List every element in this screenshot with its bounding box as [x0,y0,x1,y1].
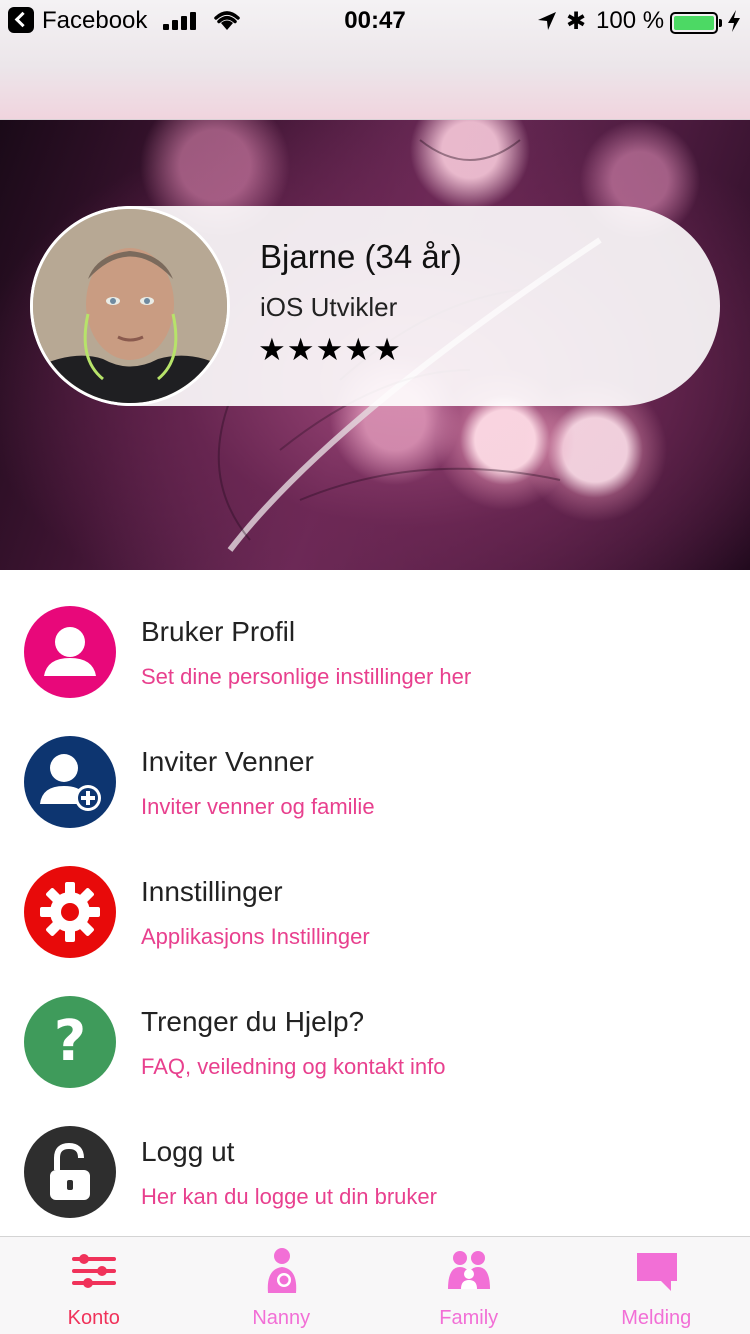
location-arrow-icon [538,12,556,30]
menu-item-title: Bruker Profil [141,616,296,647]
charging-bolt-icon [728,10,740,32]
sliders-icon [72,1254,116,1288]
svg-text:?: ? [54,1009,86,1074]
add-user-icon [24,736,116,828]
menu-item-subtitle: FAQ, veiledning og kontakt info [141,1054,446,1079]
tab-label: Nanny [252,1307,311,1329]
tab-family[interactable]: Family [375,1237,563,1334]
question-icon: ? [24,996,116,1088]
menu-item-help[interactable]: ? Trenger du Hjelp? FAQ, veiledning og k… [0,996,750,1126]
rating-stars: ★★★★★ [258,332,402,367]
profile-card[interactable]: Bjarne (34 år) iOS Utvikler ★★★★★ [30,206,720,406]
unlock-icon [24,1126,116,1218]
menu-item-title: Logg ut [141,1136,235,1167]
nanny-icon [267,1248,296,1293]
profile-header: Bjarne (34 år) iOS Utvikler ★★★★★ [0,120,750,570]
tab-konto[interactable]: Konto [0,1237,188,1334]
account-menu: Bruker Profil Set dine personlige instil… [0,570,750,1236]
tab-melding[interactable]: Melding [563,1237,750,1334]
menu-item-subtitle: Her kan du logge ut din bruker [141,1184,437,1209]
profile-name: Bjarne (34 år) [260,238,462,275]
menu-item-subtitle: Applikasjons Instillinger [141,924,370,949]
tab-label: Melding [621,1307,692,1329]
menu-item-invite-friends[interactable]: Inviter Venner Inviter venner og familie [0,736,750,866]
profile-job-title: iOS Utvikler [260,292,398,322]
menu-item-subtitle: Set dine personlige instillinger her [141,664,472,689]
avatar-photo [33,209,227,403]
menu-item-title: Inviter Venner [141,746,314,777]
menu-item-settings[interactable]: Innstillinger Applikasjons Instillinger [0,866,750,996]
tab-bar: Konto Nanny Family Melding [0,1236,750,1334]
bluetooth-icon: ✱ [566,8,587,35]
user-icon [24,606,116,698]
menu-item-subtitle: Inviter venner og familie [141,794,375,819]
family-icon [448,1251,490,1289]
message-icon [636,1253,677,1291]
battery-percent: 100 % [596,7,665,34]
menu-item-title: Innstillinger [141,876,283,907]
menu-item-title: Trenger du Hjelp? [141,1006,365,1037]
status-bar: Facebook 00:47 ✱ 100 % [0,0,750,120]
tab-label: Family [439,1307,499,1329]
battery-icon [670,12,722,34]
tab-nanny[interactable]: Nanny [188,1237,376,1334]
tab-label: Konto [67,1307,120,1329]
avatar[interactable] [30,206,230,406]
menu-item-user-profile[interactable]: Bruker Profil Set dine personlige instil… [0,606,750,736]
gear-icon [24,866,116,958]
